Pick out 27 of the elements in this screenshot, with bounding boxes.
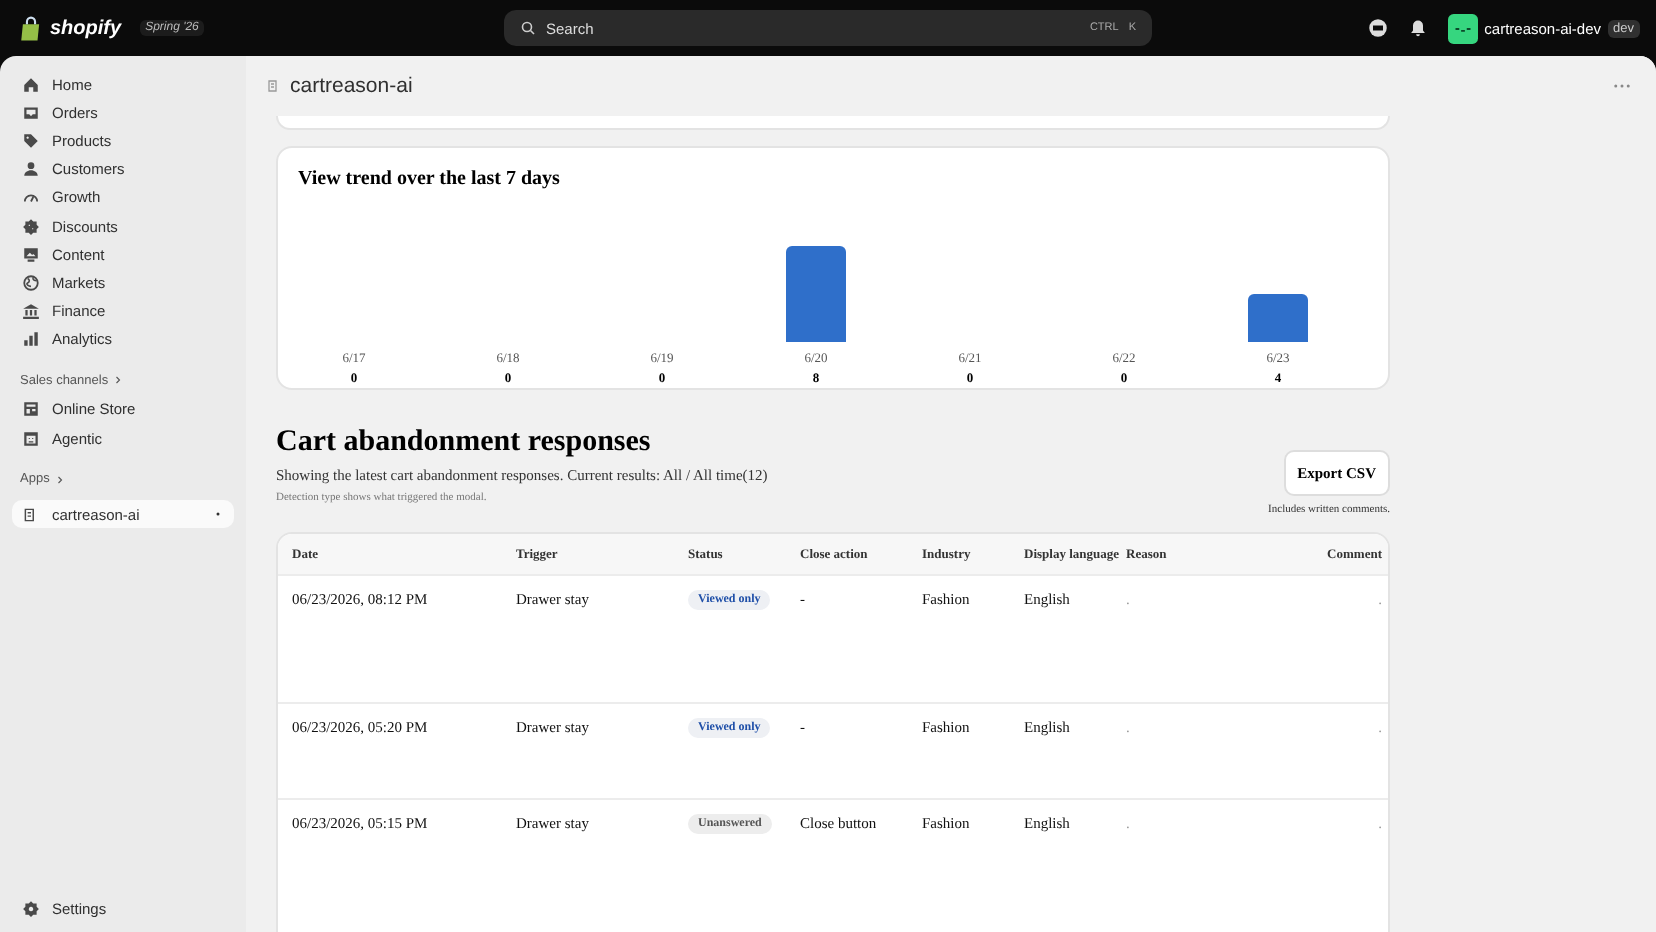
chart-bar [786, 246, 846, 342]
tag-icon [22, 131, 40, 150]
shopping-bag-icon[interactable] [18, 15, 44, 41]
app-icon [22, 505, 40, 524]
app-icon [266, 78, 282, 94]
badge-icon [22, 217, 40, 236]
chevron-right-icon[interactable] [112, 374, 125, 387]
home-icon [22, 75, 40, 94]
gear-icon [22, 900, 40, 919]
image-icon [22, 245, 40, 264]
chart-title: View trend over the last 7 days [298, 168, 562, 190]
tray-icon [22, 103, 40, 122]
brand-logo[interactable]: shopify [50, 17, 122, 39]
search-icon [520, 20, 536, 36]
person-icon [22, 160, 40, 179]
dot-icon [212, 508, 224, 521]
robot-icon [22, 429, 40, 448]
bank-icon [22, 302, 40, 321]
chart-bar [1248, 294, 1308, 342]
bell-icon[interactable] [1408, 18, 1429, 38]
globe-icon [22, 273, 40, 292]
page-title: cartreason-ai [290, 74, 413, 98]
storefront-icon [22, 400, 40, 419]
avatar-icon [1448, 13, 1479, 43]
section-title: Cart abandonment responses [276, 426, 653, 460]
bar-chart-icon [22, 330, 40, 349]
chevron-right-icon[interactable] [53, 473, 66, 486]
